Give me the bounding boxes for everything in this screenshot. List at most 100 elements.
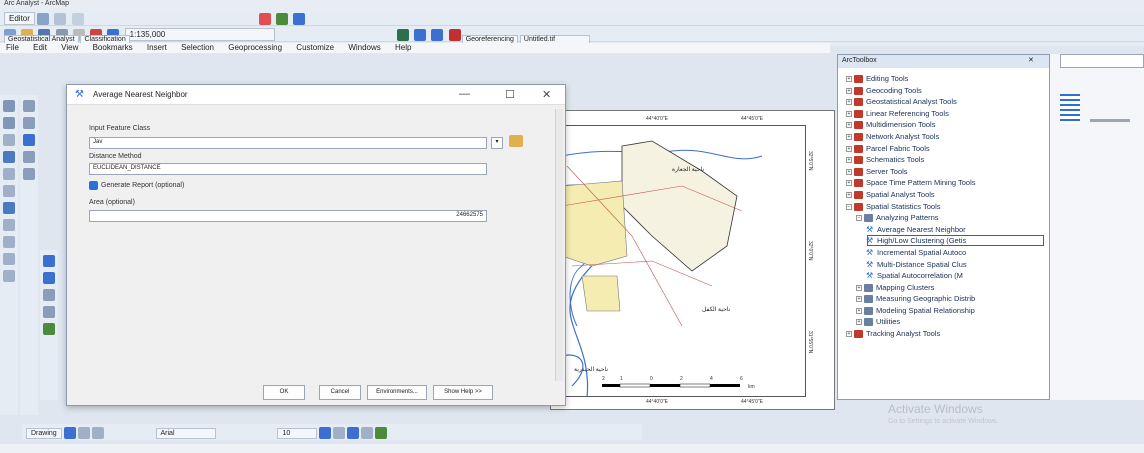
expand-icon[interactable]: + xyxy=(846,180,852,187)
maximize-icon[interactable]: ☐ xyxy=(505,88,515,101)
browse-folder-icon[interactable] xyxy=(509,135,523,147)
map-data-frame[interactable]: ناحية الجعارة ناحية الكفل ناحية الحيدرية… xyxy=(561,125,806,397)
cancel-button[interactable]: Cancel xyxy=(319,385,361,400)
sketch-tool-icon[interactable] xyxy=(54,12,67,25)
toolbox-item[interactable]: + Schematics Tools xyxy=(838,155,1049,167)
toolbox-item[interactable]: + Modeling Spatial Relationship xyxy=(838,306,1049,318)
area-field[interactable]: 24662575 xyxy=(89,210,487,222)
menu-view[interactable]: View xyxy=(61,43,78,52)
search-field[interactable] xyxy=(1060,54,1144,68)
edit-tool-icon[interactable] xyxy=(37,12,50,25)
expand-icon[interactable]: + xyxy=(846,99,852,106)
toolbox-item[interactable]: + Space Time Pattern Mining Tools xyxy=(838,178,1049,190)
toolbox-item[interactable]: ⚒ Incremental Spatial Autoco xyxy=(838,248,1049,260)
toolbox-item[interactable]: + Geocoding Tools xyxy=(838,86,1049,98)
font-size-select[interactable]: 10 xyxy=(277,427,318,439)
toolbox-item[interactable]: + Tracking Analyst Tools xyxy=(838,329,1049,341)
dialog-scrollbar[interactable] xyxy=(555,109,563,381)
select-features-icon[interactable] xyxy=(3,202,15,214)
node-icon[interactable] xyxy=(43,323,55,335)
expand-icon[interactable]: + xyxy=(846,87,852,94)
measure-icon[interactable] xyxy=(3,253,15,265)
expand-icon[interactable]: + xyxy=(856,284,862,291)
drawing-menu[interactable]: Drawing xyxy=(26,427,62,439)
layout-zoom-out-icon[interactable] xyxy=(23,117,35,129)
text-a-icon[interactable] xyxy=(91,427,104,439)
bold-icon[interactable] xyxy=(319,427,332,439)
menu-selection[interactable]: Selection xyxy=(181,43,214,52)
full-extent-icon[interactable] xyxy=(3,151,15,163)
toolbox-item[interactable]: + Measuring Geographic Distrib xyxy=(838,294,1049,306)
identify-icon[interactable] xyxy=(3,219,15,231)
environments-button[interactable]: Environments... xyxy=(367,385,427,400)
show-help-button[interactable]: Show Help >> xyxy=(433,385,493,400)
distance-method-select[interactable]: EUCLIDEAN_DISTANCE xyxy=(89,163,487,175)
zoom-whole-page-icon[interactable] xyxy=(23,151,35,163)
menu-customize[interactable]: Customize xyxy=(296,43,334,52)
select-pointer-icon[interactable] xyxy=(63,427,76,439)
toolbox-item[interactable]: + Multidimension Tools xyxy=(838,120,1049,132)
expand-icon[interactable]: + xyxy=(856,307,862,314)
menu-insert[interactable]: Insert xyxy=(147,43,167,52)
text-icon[interactable] xyxy=(43,289,55,301)
toolbox-item[interactable]: − Spatial Statistics Tools xyxy=(838,202,1049,214)
layout-zoom-100-icon[interactable] xyxy=(23,168,35,180)
expand-icon[interactable]: + xyxy=(846,122,852,129)
toolbox-close-icon[interactable]: ✕ xyxy=(1028,56,1034,64)
find-icon[interactable] xyxy=(3,236,15,248)
expand-icon[interactable]: − xyxy=(846,203,852,210)
close-icon[interactable]: ✕ xyxy=(542,88,551,101)
editor-menu-button[interactable]: Editor xyxy=(4,12,35,25)
zoom-in-icon[interactable] xyxy=(3,100,15,112)
toolbox-item[interactable]: + Spatial Analyst Tools xyxy=(838,190,1049,202)
dropdown-arrow-icon[interactable]: ▾ xyxy=(491,137,503,149)
expand-icon[interactable]: + xyxy=(846,145,852,152)
toolbox-item[interactable]: + Mapping Clusters xyxy=(838,283,1049,295)
menu-windows[interactable]: Windows xyxy=(348,43,380,52)
binoculars-icon[interactable] xyxy=(43,306,55,318)
font-color-icon[interactable] xyxy=(347,427,360,439)
expand-icon[interactable]: + xyxy=(846,157,852,164)
zoom-out-icon[interactable] xyxy=(3,117,15,129)
menu-file[interactable]: File xyxy=(6,43,19,52)
toolbox-item[interactable]: + Linear Referencing Tools xyxy=(838,109,1049,121)
expand-icon[interactable]: + xyxy=(856,319,862,326)
toolbox-item[interactable]: + Editing Tools xyxy=(838,74,1049,86)
toolbox-item[interactable]: + Server Tools xyxy=(838,167,1049,179)
expand-icon[interactable]: + xyxy=(846,168,852,175)
italic-icon[interactable] xyxy=(333,427,346,439)
toolbox-item[interactable]: + Network Analyst Tools xyxy=(838,132,1049,144)
expand-icon[interactable]: + xyxy=(846,76,852,83)
toolbox-item[interactable]: − Analyzing Patterns xyxy=(838,213,1049,225)
expand-icon[interactable]: + xyxy=(846,331,852,338)
font-select[interactable]: Arial xyxy=(155,427,216,439)
toolbox-item[interactable]: + Parcel Fabric Tools xyxy=(838,144,1049,156)
ok-button[interactable]: OK xyxy=(263,385,305,400)
map-layout-page[interactable]: ناحية الجعارة ناحية الكفل ناحية الحيدرية… xyxy=(550,110,835,410)
toolbox-item[interactable]: ⚒ Spatial Autocorrelation (M xyxy=(838,271,1049,283)
expand-icon[interactable]: − xyxy=(856,215,862,222)
fixed-zoom-icon[interactable] xyxy=(3,168,15,180)
select-elements-icon[interactable] xyxy=(43,255,55,267)
line-color-icon[interactable] xyxy=(375,427,388,439)
rotate-icon[interactable] xyxy=(43,272,55,284)
toolbox-item[interactable]: ⚒ Multi-Distance Spatial Clus xyxy=(838,260,1049,272)
pan-icon[interactable] xyxy=(3,134,15,146)
expand-icon[interactable]: + xyxy=(846,133,852,140)
rectangle-icon[interactable] xyxy=(77,427,90,439)
menu-help[interactable]: Help xyxy=(395,43,411,52)
toolbox-item[interactable]: + Geostatistical Analyst Tools xyxy=(838,97,1049,109)
layout-zoom-in-icon[interactable] xyxy=(23,100,35,112)
navigate-icon[interactable] xyxy=(293,12,306,25)
editing-toolbar-icon[interactable] xyxy=(258,12,271,25)
expand-icon[interactable]: + xyxy=(846,110,852,117)
expand-icon[interactable]: + xyxy=(846,191,852,198)
toolbox-item[interactable]: + Utilities xyxy=(838,317,1049,329)
segment-tool-icon[interactable] xyxy=(71,12,84,25)
menu-geoprocessing[interactable]: Geoprocessing xyxy=(228,43,282,52)
layout-pan-icon[interactable] xyxy=(23,134,35,146)
generate-report-checkbox[interactable] xyxy=(89,181,98,190)
hyperlink-icon[interactable] xyxy=(3,270,15,282)
georef-link-icon[interactable] xyxy=(276,12,289,25)
fill-color-icon[interactable] xyxy=(361,427,374,439)
